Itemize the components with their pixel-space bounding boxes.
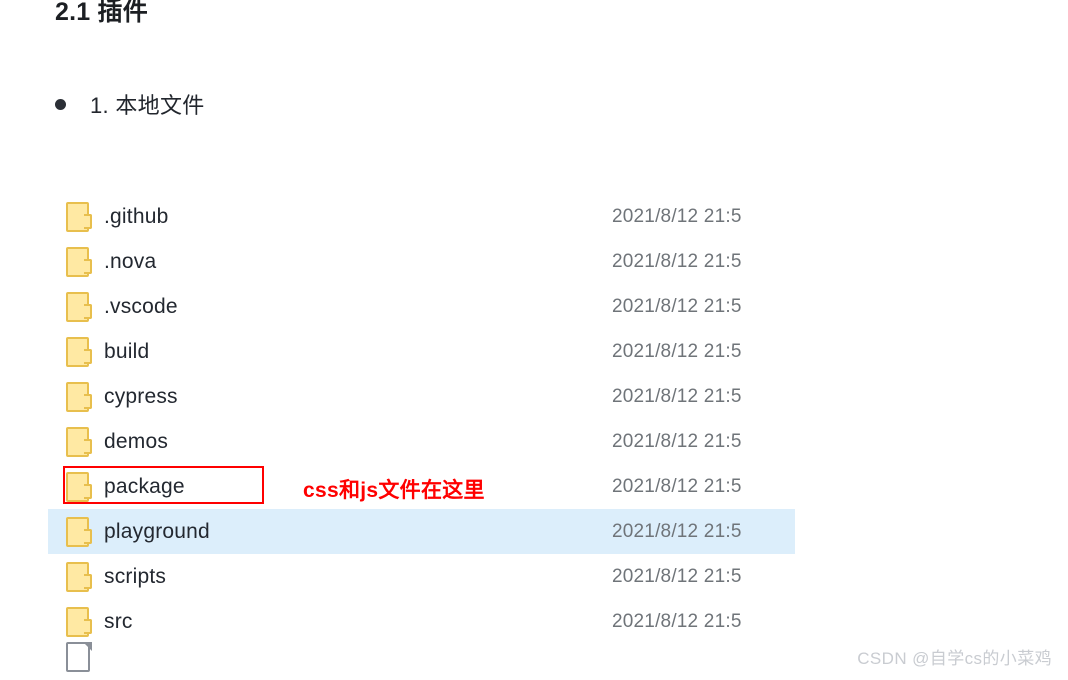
file-name: scripts	[104, 564, 167, 588]
table-row[interactable]: .nova 2021/8/12 21:5	[0, 239, 1068, 284]
folder-icon	[66, 561, 96, 592]
folder-icon	[66, 606, 96, 637]
file-name: .nova	[104, 249, 157, 273]
annotation-text: css和js文件在这里	[303, 479, 485, 502]
watermark: CSDN @自学cs的小菜鸡	[857, 649, 1052, 668]
table-row[interactable]: playground 2021/8/12 21:5	[0, 509, 1068, 554]
folder-icon	[66, 516, 96, 547]
bullet-point-icon	[55, 98, 66, 110]
folder-icon	[66, 291, 96, 322]
folder-icon	[66, 471, 96, 502]
file-name: cypress	[104, 384, 178, 408]
table-row[interactable]: package 2021/8/12 21:5	[0, 464, 1068, 509]
page-title: 2.1 插件	[55, 0, 148, 26]
file-name: src	[104, 609, 133, 633]
folder-icon	[66, 246, 96, 277]
table-row[interactable]: .github 2021/8/12 21:5	[0, 194, 1068, 239]
file-date: 2021/8/12 21:5	[612, 520, 742, 542]
document-page: 2.1 插件 1. 本地文件 .github 2021/8/12 21:5 .nov…	[0, 0, 1068, 680]
list-item: 1. 本地文件	[55, 88, 205, 120]
file-date: 2021/8/12 21:5	[612, 250, 742, 272]
file-explorer-list: .github 2021/8/12 21:5 .nova 2021/8/12 21:5…	[0, 194, 1068, 644]
file-date: 2021/8/12 21:5	[612, 475, 742, 497]
file-name: .github	[104, 204, 169, 228]
file-date: 2021/8/12 21:5	[612, 565, 742, 587]
file-date: 2021/8/12 21:5	[612, 610, 742, 632]
document-icon	[66, 642, 96, 672]
table-row[interactable]: .vscode 2021/8/12 21:5	[0, 284, 1068, 329]
file-date: 2021/8/12 21:5	[612, 295, 742, 317]
table-row[interactable]: scripts 2021/8/12 21:5	[0, 554, 1068, 599]
file-date: 2021/8/12 21:5	[612, 340, 742, 362]
folder-icon	[66, 426, 96, 457]
table-row[interactable]: cypress 2021/8/12 21:5	[0, 374, 1068, 419]
file-name: demos	[104, 429, 169, 453]
file-date: 2021/8/12 21:5	[612, 430, 742, 452]
file-date: 2021/8/12 21:5	[612, 205, 742, 227]
file-name: package	[104, 474, 185, 498]
file-name: playground	[104, 519, 210, 543]
table-row[interactable]: build 2021/8/12 21:5	[0, 329, 1068, 374]
folder-icon	[66, 201, 96, 232]
folder-icon	[66, 336, 96, 367]
file-name: build	[104, 339, 150, 363]
file-date: 2021/8/12 21:5	[612, 385, 742, 407]
table-row[interactable]: demos 2021/8/12 21:5	[0, 419, 1068, 464]
table-row[interactable]: src 2021/8/12 21:5	[0, 599, 1068, 644]
file-name: .vscode	[104, 294, 178, 318]
folder-icon	[66, 381, 96, 412]
bullet-item-label: 1. 本地文件	[90, 93, 205, 118]
